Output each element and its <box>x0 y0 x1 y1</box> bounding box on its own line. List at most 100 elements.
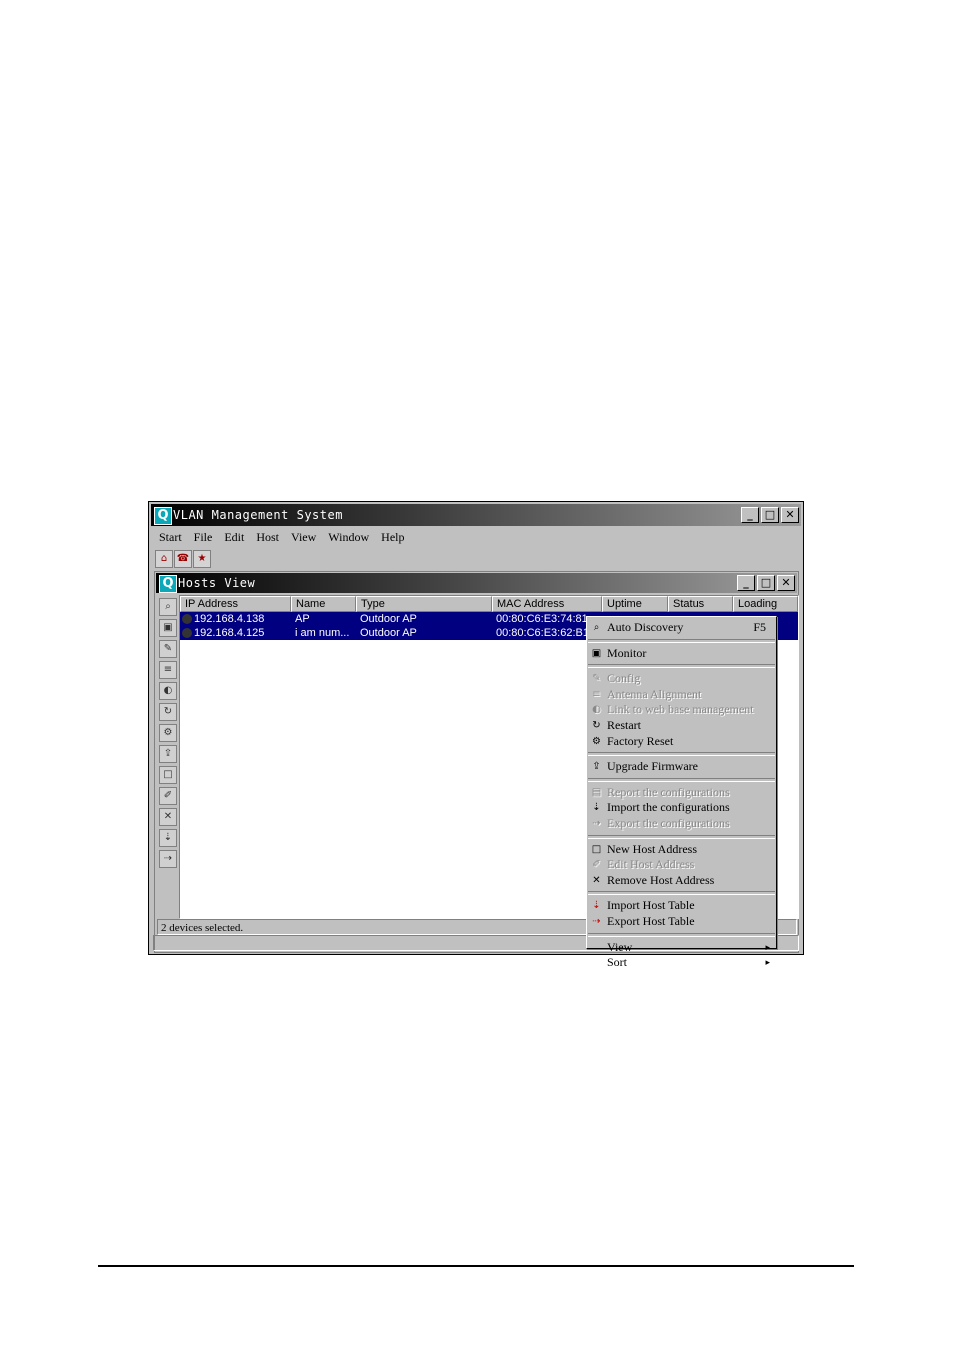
network-icon[interactable]: ⌂ <box>155 550 173 568</box>
run-icon[interactable]: ★ <box>193 550 211 568</box>
import-config-icon: ⇣ <box>592 802 601 814</box>
edit-host-icon[interactable]: ✐ <box>159 787 177 805</box>
row-ip: 192.168.4.125 <box>194 627 265 639</box>
col-status[interactable]: Status <box>668 596 733 612</box>
menu-antenna-alignment: ≡ Antenna Alignment <box>587 687 776 703</box>
menu-view-submenu[interactable]: View ▸ <box>587 940 776 956</box>
factory-reset-icon[interactable]: ⚙ <box>159 724 177 742</box>
menu-edit-host-label: Edit Host Address <box>607 857 695 872</box>
menu-config-label: Config <box>607 671 641 686</box>
child-minimize-icon[interactable]: _ <box>737 575 755 591</box>
menu-import-table-label: Import Host Table <box>607 898 695 913</box>
menu-factory-reset-label: Factory Reset <box>607 733 674 748</box>
col-uptime[interactable]: Uptime <box>602 596 668 612</box>
export-table-icon[interactable]: ⇢ <box>159 850 177 868</box>
menu-monitor-label: Monitor <box>607 645 647 660</box>
menu-help[interactable]: Help <box>375 527 410 547</box>
device-icon <box>182 628 192 639</box>
menu-export-config: ⇢ Export the configurations <box>587 816 776 832</box>
separator <box>588 834 775 839</box>
row-ip-cell: 192.168.4.125 <box>180 626 291 640</box>
menu-view[interactable]: View <box>285 527 322 547</box>
web-link-icon[interactable]: ◐ <box>159 682 177 700</box>
menu-start[interactable]: Start <box>153 527 188 547</box>
menu-window[interactable]: Window <box>322 527 375 547</box>
app-title: VLAN Management System <box>173 508 343 522</box>
menu-import-table[interactable]: ⇣ Import Host Table <box>587 898 776 914</box>
menu-new-host[interactable]: □ New Host Address <box>587 842 776 858</box>
menu-host[interactable]: Host <box>250 527 285 547</box>
restart-icon[interactable]: ↻ <box>159 703 177 721</box>
col-name[interactable]: Name <box>291 596 356 612</box>
menu-monitor[interactable]: ▣ Monitor <box>587 646 776 662</box>
row-name: AP <box>295 613 310 625</box>
export-table-icon: ⇢ <box>592 915 601 927</box>
config-icon[interactable]: ✎ <box>159 640 177 658</box>
menu-export-table[interactable]: ⇢ Export Host Table <box>587 914 776 930</box>
main-titlebar[interactable]: Q VLAN Management System _ □ ✕ <box>151 504 801 526</box>
new-document-icon: □ <box>591 843 602 855</box>
menu-edit[interactable]: Edit <box>218 527 250 547</box>
remove-icon: ✕ <box>592 874 601 886</box>
maximize-icon[interactable]: □ <box>761 507 779 523</box>
menu-sort-label: Sort <box>607 955 628 970</box>
menu-restart[interactable]: ↻ Restart <box>587 718 776 734</box>
menu-upgrade-firmware-label: Upgrade Firmware <box>607 759 698 774</box>
submenu-arrow-icon: ▸ <box>765 941 770 952</box>
menu-remove-host-label: Remove Host Address <box>607 872 715 887</box>
menu-config: ✎ Config <box>587 671 776 687</box>
hosts-view-titlebar[interactable]: Q Hosts View _ □ ✕ <box>156 573 797 593</box>
col-type[interactable]: Type <box>356 596 492 612</box>
monitor-icon: ▣ <box>591 647 602 659</box>
separator <box>588 664 775 669</box>
close-icon[interactable]: ✕ <box>781 507 799 523</box>
import-table-icon[interactable]: ⇣ <box>159 829 177 847</box>
row-type: Outdoor AP <box>360 613 417 625</box>
child-close-icon[interactable]: ✕ <box>777 575 795 591</box>
monitor-icon[interactable]: ▣ <box>159 619 177 637</box>
menu-import-config-label: Import the configurations <box>607 800 730 815</box>
table-header: IP Address Name Type MAC Address Uptime … <box>180 596 798 612</box>
phone-icon[interactable]: ☎ <box>174 550 192 568</box>
menubar: Start File Edit Host View Window Help <box>153 527 410 547</box>
separator <box>588 777 775 782</box>
upgrade-firmware-icon: ⇪ <box>592 761 601 773</box>
menu-report-config-label: Report the configurations <box>607 784 730 799</box>
menu-factory-reset[interactable]: ⚙ Factory Reset <box>587 734 776 750</box>
edit-host-icon: ✐ <box>592 859 601 871</box>
child-maximize-icon[interactable]: □ <box>757 575 775 591</box>
col-loading[interactable]: Loading <box>733 596 798 612</box>
binoculars-icon[interactable]: ⌕ <box>159 598 177 616</box>
separator <box>588 891 775 896</box>
col-ip-address[interactable]: IP Address <box>180 596 291 612</box>
new-host-icon[interactable]: □ <box>159 766 177 784</box>
side-toolbar: ⌕ ▣ ✎ ≡ ◐ ↻ ⚙ ⇪ □ ✐ ✕ ⇣ ⇢ <box>157 596 177 916</box>
menu-remove-host[interactable]: ✕ Remove Host Address <box>587 873 776 889</box>
minimize-icon[interactable]: _ <box>741 507 759 523</box>
menu-file[interactable]: File <box>188 527 219 547</box>
separator <box>588 932 775 937</box>
menu-edit-host: ✐ Edit Host Address <box>587 857 776 873</box>
separator <box>588 752 775 757</box>
menu-export-config-label: Export the configurations <box>607 815 730 830</box>
import-table-icon: ⇣ <box>592 900 601 912</box>
device-icon <box>182 614 192 625</box>
menu-view-label: View <box>607 939 633 954</box>
antenna-icon[interactable]: ≡ <box>159 661 177 679</box>
menu-sort-submenu[interactable]: Sort ▸ <box>587 955 776 971</box>
report-icon: ▤ <box>591 786 602 798</box>
menu-import-config[interactable]: ⇣ Import the configurations <box>587 800 776 816</box>
menu-restart-label: Restart <box>607 717 641 732</box>
remove-host-icon[interactable]: ✕ <box>159 808 177 826</box>
upgrade-firmware-icon[interactable]: ⇪ <box>159 745 177 763</box>
menu-upgrade-firmware[interactable]: ⇪ Upgrade Firmware <box>587 759 776 775</box>
menu-auto-discovery[interactable]: ⌕ Auto Discovery F5 <box>587 620 776 636</box>
row-ip-cell: 192.168.4.138 <box>180 612 291 626</box>
binoculars-icon: ⌕ <box>593 622 600 633</box>
factory-reset-icon: ⚙ <box>592 735 601 747</box>
col-mac-address[interactable]: MAC Address <box>492 596 602 612</box>
shortcut-label: F5 <box>753 620 766 634</box>
submenu-arrow-icon: ▸ <box>765 957 770 968</box>
hosts-view-title: Hosts View <box>178 576 256 590</box>
config-icon: ✎ <box>592 673 601 685</box>
